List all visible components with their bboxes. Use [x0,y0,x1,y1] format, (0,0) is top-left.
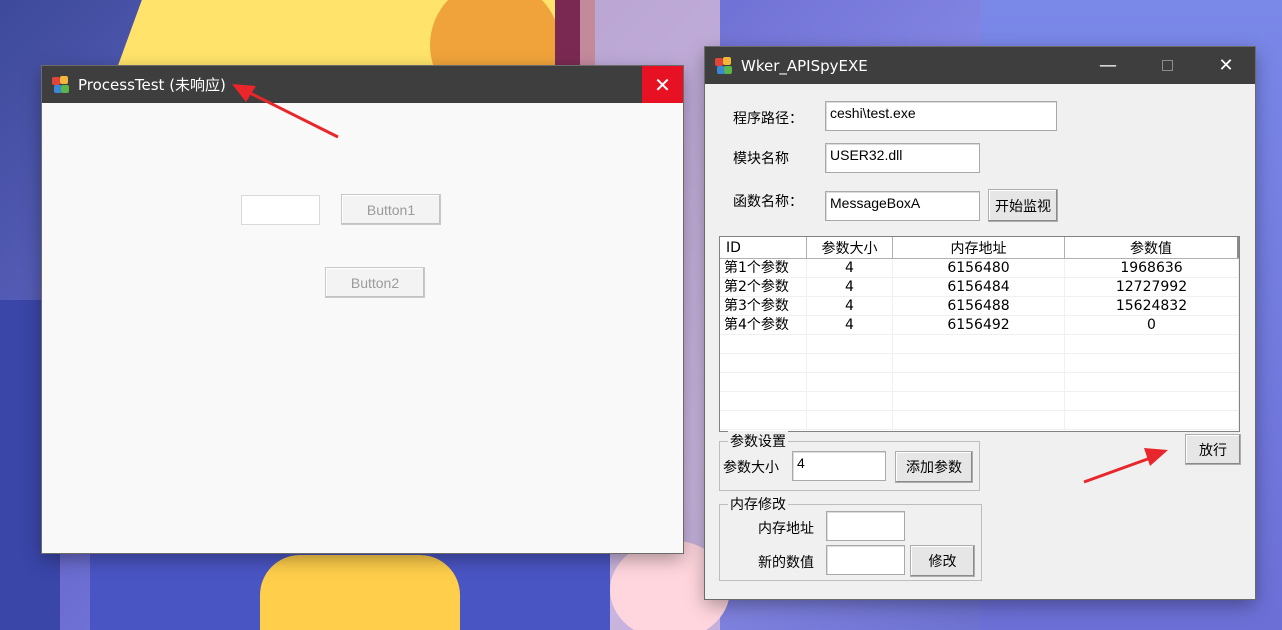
column-header-id[interactable]: ID [720,237,807,258]
group-title: 参数设置 [728,431,788,451]
module-field[interactable]: USER32.dll [825,143,980,173]
minimize-button[interactable]: — [1079,47,1137,84]
cell-size: 4 [807,278,893,296]
path-field[interactable]: ceshi\test.exe [825,101,1057,131]
cell-value: 1968636 [1065,259,1239,277]
cell-id: 第2个参数 [720,278,807,296]
list-header: ID 参数大小 内存地址 参数值 [720,237,1239,259]
new-value-field[interactable] [826,545,905,575]
annotation-arrow [232,84,339,139]
group-title: 内存修改 [728,494,788,514]
cell-address: 6156488 [893,297,1065,315]
api-spy-titlebar[interactable]: Wker_APISpyEXE — ✕ [705,47,1255,84]
cell-address: 6156484 [893,278,1065,296]
column-header-size[interactable]: 参数大小 [807,237,893,258]
cell-id: 第1个参数 [720,259,807,277]
new-value-label: 新的数值 [758,555,814,571]
param-size-label: 参数大小 [723,460,779,476]
param-settings-group: 参数设置 参数大小 4 添加参数 [719,431,980,491]
empty-row [720,373,1239,392]
process-test-window: ProcessTest (未响应) ✕ Button1 Button2 [42,66,683,553]
memory-address-field[interactable] [826,511,905,541]
table-row[interactable]: 第1个参数 4 6156480 1968636 [720,259,1239,278]
add-param-button[interactable]: 添加参数 [895,451,973,483]
cell-value: 0 [1065,316,1239,334]
cell-address: 6156492 [893,316,1065,334]
empty-row [720,392,1239,411]
window-title: ProcessTest (未响应) [78,76,226,94]
annotation-arrow [1083,448,1168,484]
table-row[interactable]: 第2个参数 4 6156484 12727992 [720,278,1239,297]
cell-size: 4 [807,297,893,315]
memory-address-label: 内存地址 [758,521,814,537]
empty-row [720,335,1239,354]
maximize-button[interactable] [1138,47,1196,84]
modify-button[interactable]: 修改 [910,545,975,577]
path-label: 程序路径： [733,111,803,127]
button2[interactable]: Button2 [325,267,425,298]
api-spy-window: Wker_APISpyEXE — ✕ 程序路径： ceshi\test.exe … [705,47,1255,599]
wallpaper-shape [260,555,460,630]
parameter-list[interactable]: ID 参数大小 内存地址 参数值 第1个参数 4 6156480 1968636… [719,236,1240,432]
minimize-icon: — [1099,55,1117,76]
empty-row [720,354,1239,373]
function-field[interactable]: MessageBoxA [825,191,980,221]
window-title: Wker_APISpyEXE [741,56,868,75]
close-button[interactable]: ✕ [1197,47,1255,84]
cell-value: 15624832 [1065,297,1239,315]
table-row[interactable]: 第4个参数 4 6156492 0 [720,316,1239,335]
close-icon: ✕ [654,72,671,97]
process-test-titlebar[interactable]: ProcessTest (未响应) ✕ [42,66,683,103]
cell-size: 4 [807,259,893,277]
close-button[interactable]: ✕ [642,66,683,103]
start-monitor-button[interactable]: 开始监视 [988,189,1058,222]
app-icon [52,75,70,94]
module-label: 模块名称 [733,151,789,167]
cell-address: 6156480 [893,259,1065,277]
text-input[interactable] [241,195,320,225]
cell-id: 第3个参数 [720,297,807,315]
cell-value: 12727992 [1065,278,1239,296]
memory-edit-group: 内存修改 内存地址 新的数值 修改 [719,494,982,581]
empty-row [720,411,1239,430]
function-label: 函数名称： [733,194,803,210]
app-icon [715,56,733,75]
param-size-field[interactable]: 4 [792,451,886,481]
cell-size: 4 [807,316,893,334]
button1[interactable]: Button1 [341,194,441,225]
release-button[interactable]: 放行 [1185,434,1241,465]
column-header-address[interactable]: 内存地址 [893,237,1065,258]
table-row[interactable]: 第3个参数 4 6156488 15624832 [720,297,1239,316]
column-header-value[interactable]: 参数值 [1065,237,1239,258]
close-icon: ✕ [1218,55,1234,76]
maximize-icon [1161,60,1173,71]
cell-id: 第4个参数 [720,316,807,334]
